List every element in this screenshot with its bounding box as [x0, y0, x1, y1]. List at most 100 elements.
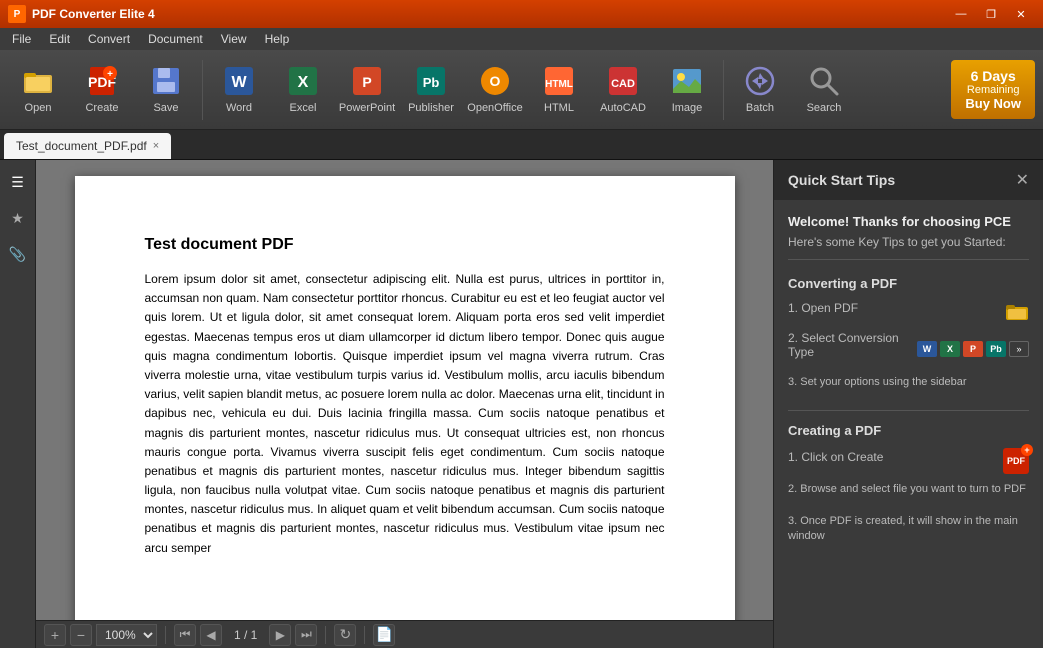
zoom-dropdown[interactable]: 100% 50% 75% 125% 150% 200% [96, 624, 157, 646]
openoffice-icon: O [477, 63, 513, 99]
powerpoint-icon: P [349, 63, 385, 99]
create-icon: PDF + [84, 63, 120, 99]
more-conversion-icon: » [1009, 341, 1029, 357]
toolbar-html-button[interactable]: HTML HTML [529, 55, 589, 125]
toolbar-publisher-button[interactable]: Pb Publisher [401, 55, 461, 125]
status-sep-1 [165, 626, 166, 644]
svg-text:W: W [231, 74, 247, 91]
menu-convert[interactable]: Convert [80, 30, 138, 48]
html-label: HTML [544, 102, 574, 115]
toolbar-excel-button[interactable]: X Excel [273, 55, 333, 125]
toolbar-sep-2 [723, 60, 724, 120]
toolbar-sep-1 [202, 60, 203, 120]
autocad-label: AutoCAD [600, 102, 646, 115]
converting-step-3: 3. Set your options using the sidebar [788, 375, 1029, 398]
maximize-button[interactable]: ❐ [977, 4, 1005, 24]
toolbar-create-button[interactable]: PDF + Create [72, 55, 132, 125]
prev-page-button[interactable]: ◀ [200, 624, 222, 646]
creating-step-2: 2. Browse and select file you want to tu… [788, 482, 1029, 505]
toolbar-open-button[interactable]: Open [8, 55, 68, 125]
toolbar-powerpoint-button[interactable]: P PowerPoint [337, 55, 397, 125]
creating-step-2-text: 2. Browse and select file you want to tu… [788, 482, 1026, 497]
toolbar-autocad-button[interactable]: CAD AutoCAD [593, 55, 653, 125]
converting-step-1: 1. Open PDF [788, 301, 1029, 323]
image-label: Image [672, 102, 703, 115]
zoom-in-button[interactable]: + [44, 624, 66, 646]
html-icon: HTML [541, 63, 577, 99]
menu-help[interactable]: Help [257, 30, 298, 48]
right-panel-header: Quick Start Tips ✕ [774, 160, 1043, 200]
creating-step-3: 3. Once PDF is created, it will show in … [788, 514, 1029, 553]
open-icon [20, 63, 56, 99]
buy-now-button[interactable]: 6 Days Remaining Buy Now [951, 60, 1035, 119]
converting-step-2: 2. Select Conversion Type W X P Pb » [788, 331, 1029, 367]
left-sidebar: ☰ ★ 📎 [0, 160, 36, 648]
title-bar-left: P PDF Converter Elite 4 [8, 5, 155, 23]
title-bar: P PDF Converter Elite 4 — ❐ ✕ [0, 0, 1043, 28]
batch-label: Batch [746, 102, 774, 115]
sidebar-bookmarks-icon[interactable]: ★ [4, 204, 32, 232]
minimize-button[interactable]: — [947, 4, 975, 24]
batch-icon [742, 63, 778, 99]
publisher-icon: Pb [413, 63, 449, 99]
word-label: Word [226, 102, 252, 115]
menu-file[interactable]: File [4, 30, 39, 48]
export-button[interactable]: 📄 [373, 624, 395, 646]
toolbar-batch-button[interactable]: Batch [730, 55, 790, 125]
publisher-label: Publisher [408, 102, 454, 115]
tab-bar: Test_document_PDF.pdf × [0, 130, 1043, 160]
step-1-num: 1. Open PDF [788, 301, 858, 315]
toolbar-search-button[interactable]: Search [794, 55, 854, 125]
step-2-num: 2. Select Conversion Type [788, 331, 905, 359]
pdf-scroll-area[interactable]: Test document PDF Lorem ipsum dolor sit … [36, 160, 773, 620]
zoom-out-button[interactable]: − [70, 624, 92, 646]
panel-divider [788, 410, 1029, 411]
menu-document[interactable]: Document [140, 30, 211, 48]
toolbar-save-button[interactable]: Save [136, 55, 196, 125]
autocad-icon: CAD [605, 63, 641, 99]
panel-close-button[interactable]: ✕ [1016, 170, 1029, 190]
create-pdf-icon: PDF + [1003, 448, 1029, 474]
tab-label: Test_document_PDF.pdf [16, 139, 147, 153]
creating-step-1-text: 1. Click on Create [788, 450, 883, 464]
pdf-document-body: Lorem ipsum dolor sit amet, consectetur … [145, 270, 665, 558]
creating-title: Creating a PDF [788, 423, 1029, 438]
word-conversion-icon: W [917, 341, 937, 357]
toolbar-openoffice-button[interactable]: O OpenOffice [465, 55, 525, 125]
toolbar-image-button[interactable]: Image [657, 55, 717, 125]
openoffice-label: OpenOffice [467, 102, 522, 115]
toolbar-word-button[interactable]: W Word [209, 55, 269, 125]
open-label: Open [25, 102, 52, 115]
toolbar: Open PDF + Create Save [0, 50, 1043, 130]
sidebar-attachments-icon[interactable]: 📎 [4, 240, 32, 268]
menu-edit[interactable]: Edit [41, 30, 78, 48]
next-page-button[interactable]: ▶ [269, 624, 291, 646]
rotate-button[interactable]: ↻ [334, 624, 356, 646]
panel-welcome: Welcome! Thanks for choosing PCE [788, 214, 1029, 229]
first-page-button[interactable]: ⏮ [174, 624, 196, 646]
title-bar-controls: — ❐ ✕ [947, 4, 1035, 24]
page-indicator: 1 / 1 [234, 628, 257, 642]
tab-close-button[interactable]: × [153, 140, 159, 152]
status-sep-3 [364, 626, 365, 644]
search-label: Search [807, 102, 842, 115]
close-button[interactable]: ✕ [1007, 4, 1035, 24]
search-icon [806, 63, 842, 99]
excel-conversion-icon: X [940, 341, 960, 357]
menu-view[interactable]: View [213, 30, 255, 48]
last-page-button[interactable]: ⏭ [295, 624, 317, 646]
status-bar: + − 100% 50% 75% 125% 150% 200% ⏮ ◀ 1 / … [36, 620, 773, 648]
status-sep-2 [325, 626, 326, 644]
tab-document[interactable]: Test_document_PDF.pdf × [4, 133, 171, 159]
sidebar-pages-icon[interactable]: ☰ [4, 168, 32, 196]
buy-remaining-text: Remaining [965, 84, 1021, 96]
svg-text:X: X [298, 74, 309, 91]
word-icon: W [221, 63, 257, 99]
save-label: Save [153, 102, 178, 115]
right-panel-title: Quick Start Tips [788, 172, 895, 188]
buy-label-text: Buy Now [965, 96, 1021, 111]
svg-text:HTML: HTML [545, 79, 573, 90]
creating-step-3-text: 3. Once PDF is created, it will show in … [788, 514, 1029, 545]
pdf-document-title: Test document PDF [145, 236, 665, 254]
excel-label: Excel [290, 102, 317, 115]
